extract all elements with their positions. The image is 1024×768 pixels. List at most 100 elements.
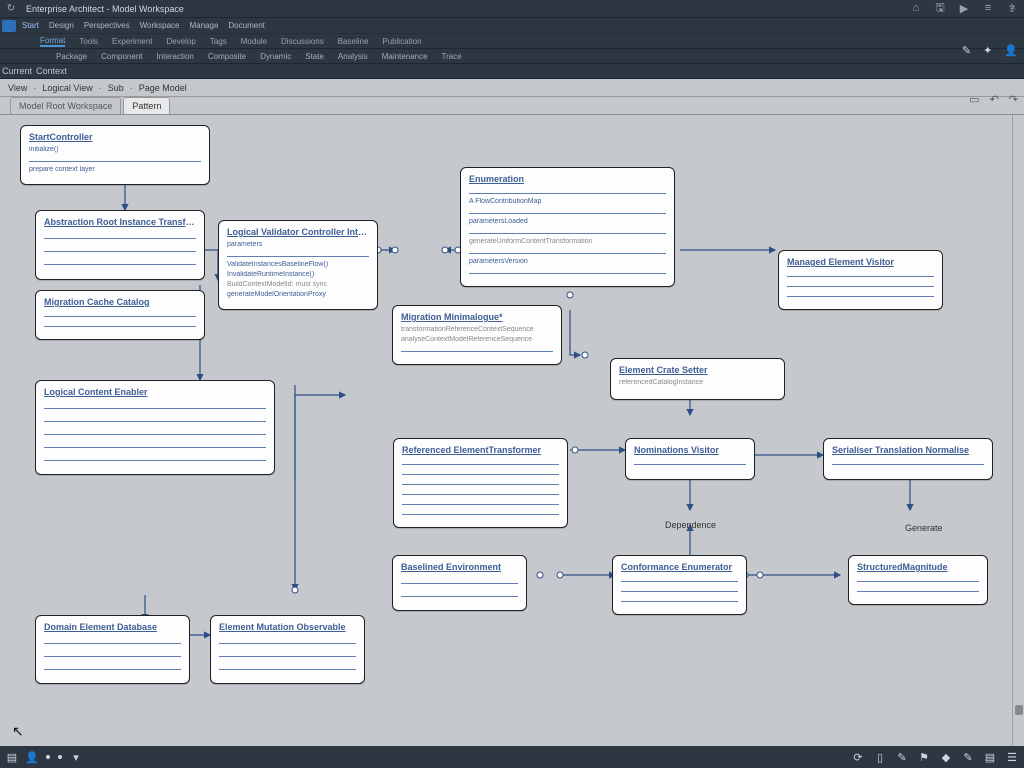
scroll-thumb[interactable] [1015,705,1023,715]
node-managed-visitor[interactable]: Managed Element Visitor [778,250,943,310]
panel-icon[interactable]: ▭ [969,93,979,106]
home-icon[interactable]: ⌂ [910,2,922,14]
cursor-icon: ↖ [12,723,24,740]
refresh-icon[interactable]: ↻ [4,2,18,16]
wand-icon[interactable]: ✎ [962,44,971,57]
tab-develop[interactable]: Develop [167,37,196,46]
node-abstraction-root[interactable]: Abstraction Root Instance Transformation [35,210,205,280]
chevron-icon: · [99,83,102,93]
bulb-icon[interactable]: ◆ [940,751,952,763]
sub-composite[interactable]: Composite [208,52,246,61]
settings-icon[interactable]: ≡ [982,2,994,14]
tab-baseline[interactable]: Baseline [338,37,369,46]
ribbon-tabs: Format Tools Experiment Develop Tags Mod… [0,34,1024,49]
vertical-scrollbar[interactable] [1012,115,1024,746]
person-icon[interactable]: 👤 [26,751,38,763]
sub-package[interactable]: Package [56,52,87,61]
page-icon[interactable]: ▤ [6,751,18,763]
node-attr: parametersLoaded [469,218,666,225]
sub-trace[interactable]: Trace [442,52,462,61]
person-icon[interactable]: 👤 [1004,44,1018,57]
share-icon[interactable]: ⇪ [1006,2,1018,14]
chevron-down-icon[interactable]: ▾ [70,751,82,763]
sub-maintenance[interactable]: Maintenance [382,52,428,61]
redo-icon[interactable]: ↷ [1009,93,1018,106]
tab-publication[interactable]: Publication [382,37,421,46]
status-left: ▤ 👤 ▾ [6,751,82,763]
doc-icon[interactable]: ▯ [874,751,886,763]
play-icon[interactable]: ▶ [958,2,970,14]
tab-tags[interactable]: Tags [210,37,227,46]
node-element-crate[interactable]: Element Crate Setter referencedCatalogIn… [610,358,785,400]
path-bar: View · Logical View · Sub · Page Model [0,79,1024,97]
menu-workspace[interactable]: Workspace [140,21,180,30]
node-structured-mag[interactable]: StructuredMagnitude [848,555,988,605]
node-nominations[interactable]: Nominations Visitor [625,438,755,480]
path-seg2[interactable]: Logical View [42,83,92,93]
tool-icon[interactable]: ✦ [983,44,992,57]
tag-icon[interactable]: ⚑ [918,751,930,763]
dot-icon [58,755,62,759]
node-enumeration[interactable]: Enumeration A FlowContributionMap parame… [460,167,675,287]
sub-component[interactable]: Component [101,52,142,61]
columns-icon[interactable]: ☰ [1006,751,1018,763]
ribbon-subtabs: Package Component Interaction Composite … [0,49,1024,64]
node-conformance[interactable]: Conformance Enumerator [612,555,747,615]
pathbar-actions: ▭ ↶ ↷ [969,93,1018,106]
layers-icon[interactable]: ▤ [984,751,996,763]
node-title: Abstraction Root Instance Transformation [44,217,196,227]
start-label: Start [22,21,39,30]
ribbon-tool-icons: ✎ ✦ 👤 [962,44,1018,57]
start-button[interactable] [2,20,16,32]
sync-icon[interactable]: ⟳ [852,751,864,763]
edit-icon[interactable]: ✎ [962,751,974,763]
node-attr: referencedCatalogInstance [619,379,776,386]
node-domain-db[interactable]: Domain Element Database [35,615,190,684]
node-content-enabler[interactable]: Logical Content Enabler [35,380,275,475]
tab-experiment[interactable]: Experiment [112,37,152,46]
doc-tab-inactive[interactable]: Model Root Workspace [10,97,121,114]
node-attr: transformationReferenceContextSequence [401,326,553,333]
node-attr: generateModelOrientationProxy [227,291,369,298]
node-migration-min[interactable]: Migration Minimalogue* transformationRef… [392,305,562,365]
tab-module[interactable]: Module [241,37,267,46]
node-logical-validator[interactable]: Logical Validator Controller Intermediat… [218,220,378,310]
tab-tools[interactable]: Tools [79,37,98,46]
menu-perspectives[interactable]: Perspectives [84,21,130,30]
path-seg4[interactable]: Page Model [139,83,187,93]
node-attr: ValidateInstancesBaselineFlow() [227,261,369,268]
node-attr: analyseContextModelReferenceSequence [401,336,553,343]
path-seg3[interactable]: Sub [108,83,124,93]
undo-icon[interactable]: ↶ [990,93,999,106]
node-title: StructuredMagnitude [857,562,979,572]
sub-dynamic[interactable]: Dynamic [260,52,291,61]
path-seg1[interactable]: View [8,83,27,93]
chevron-icon: · [130,83,133,93]
sub-state[interactable]: State [305,52,324,61]
menu-design[interactable]: Design [49,21,74,30]
node-title: Migration Minimalogue* [401,312,553,322]
menu-document[interactable]: Document [228,21,264,30]
node-title: Domain Element Database [44,622,181,632]
diagram-canvas[interactable]: StartController initialize() prepare con… [0,115,1024,746]
tab-discussions[interactable]: Discussions [281,37,324,46]
node-ref-transformer[interactable]: Referenced ElementTransformer [393,438,568,528]
node-migration-cache[interactable]: Migration Cache Catalog [35,290,205,340]
node-attr: A FlowContributionMap [469,198,666,205]
menu-bar: Design Perspectives Workspace Manage Doc… [49,21,265,30]
save-icon[interactable]: 🖫 [934,2,946,14]
sub-interaction[interactable]: Interaction [157,52,194,61]
node-serialiser[interactable]: Serialiser Translation Normalise [823,438,993,480]
node-title: Referenced ElementTransformer [402,445,559,455]
menu-manage[interactable]: Manage [189,21,218,30]
tab-format[interactable]: Format [40,36,65,47]
doc-tab-active[interactable]: Pattern [123,97,170,114]
node-attr: parameters [227,241,369,248]
sub-analysis[interactable]: Analysis [338,52,368,61]
node-baselined-env[interactable]: Baselined Environment [392,555,527,611]
node-mutation-obs[interactable]: Element Mutation Observable [210,615,365,684]
node-start-controller[interactable]: StartController initialize() prepare con… [20,125,210,185]
context-context: Context [36,66,67,76]
node-title: Element Mutation Observable [219,622,356,632]
wand-icon[interactable]: ✎ [896,751,908,763]
